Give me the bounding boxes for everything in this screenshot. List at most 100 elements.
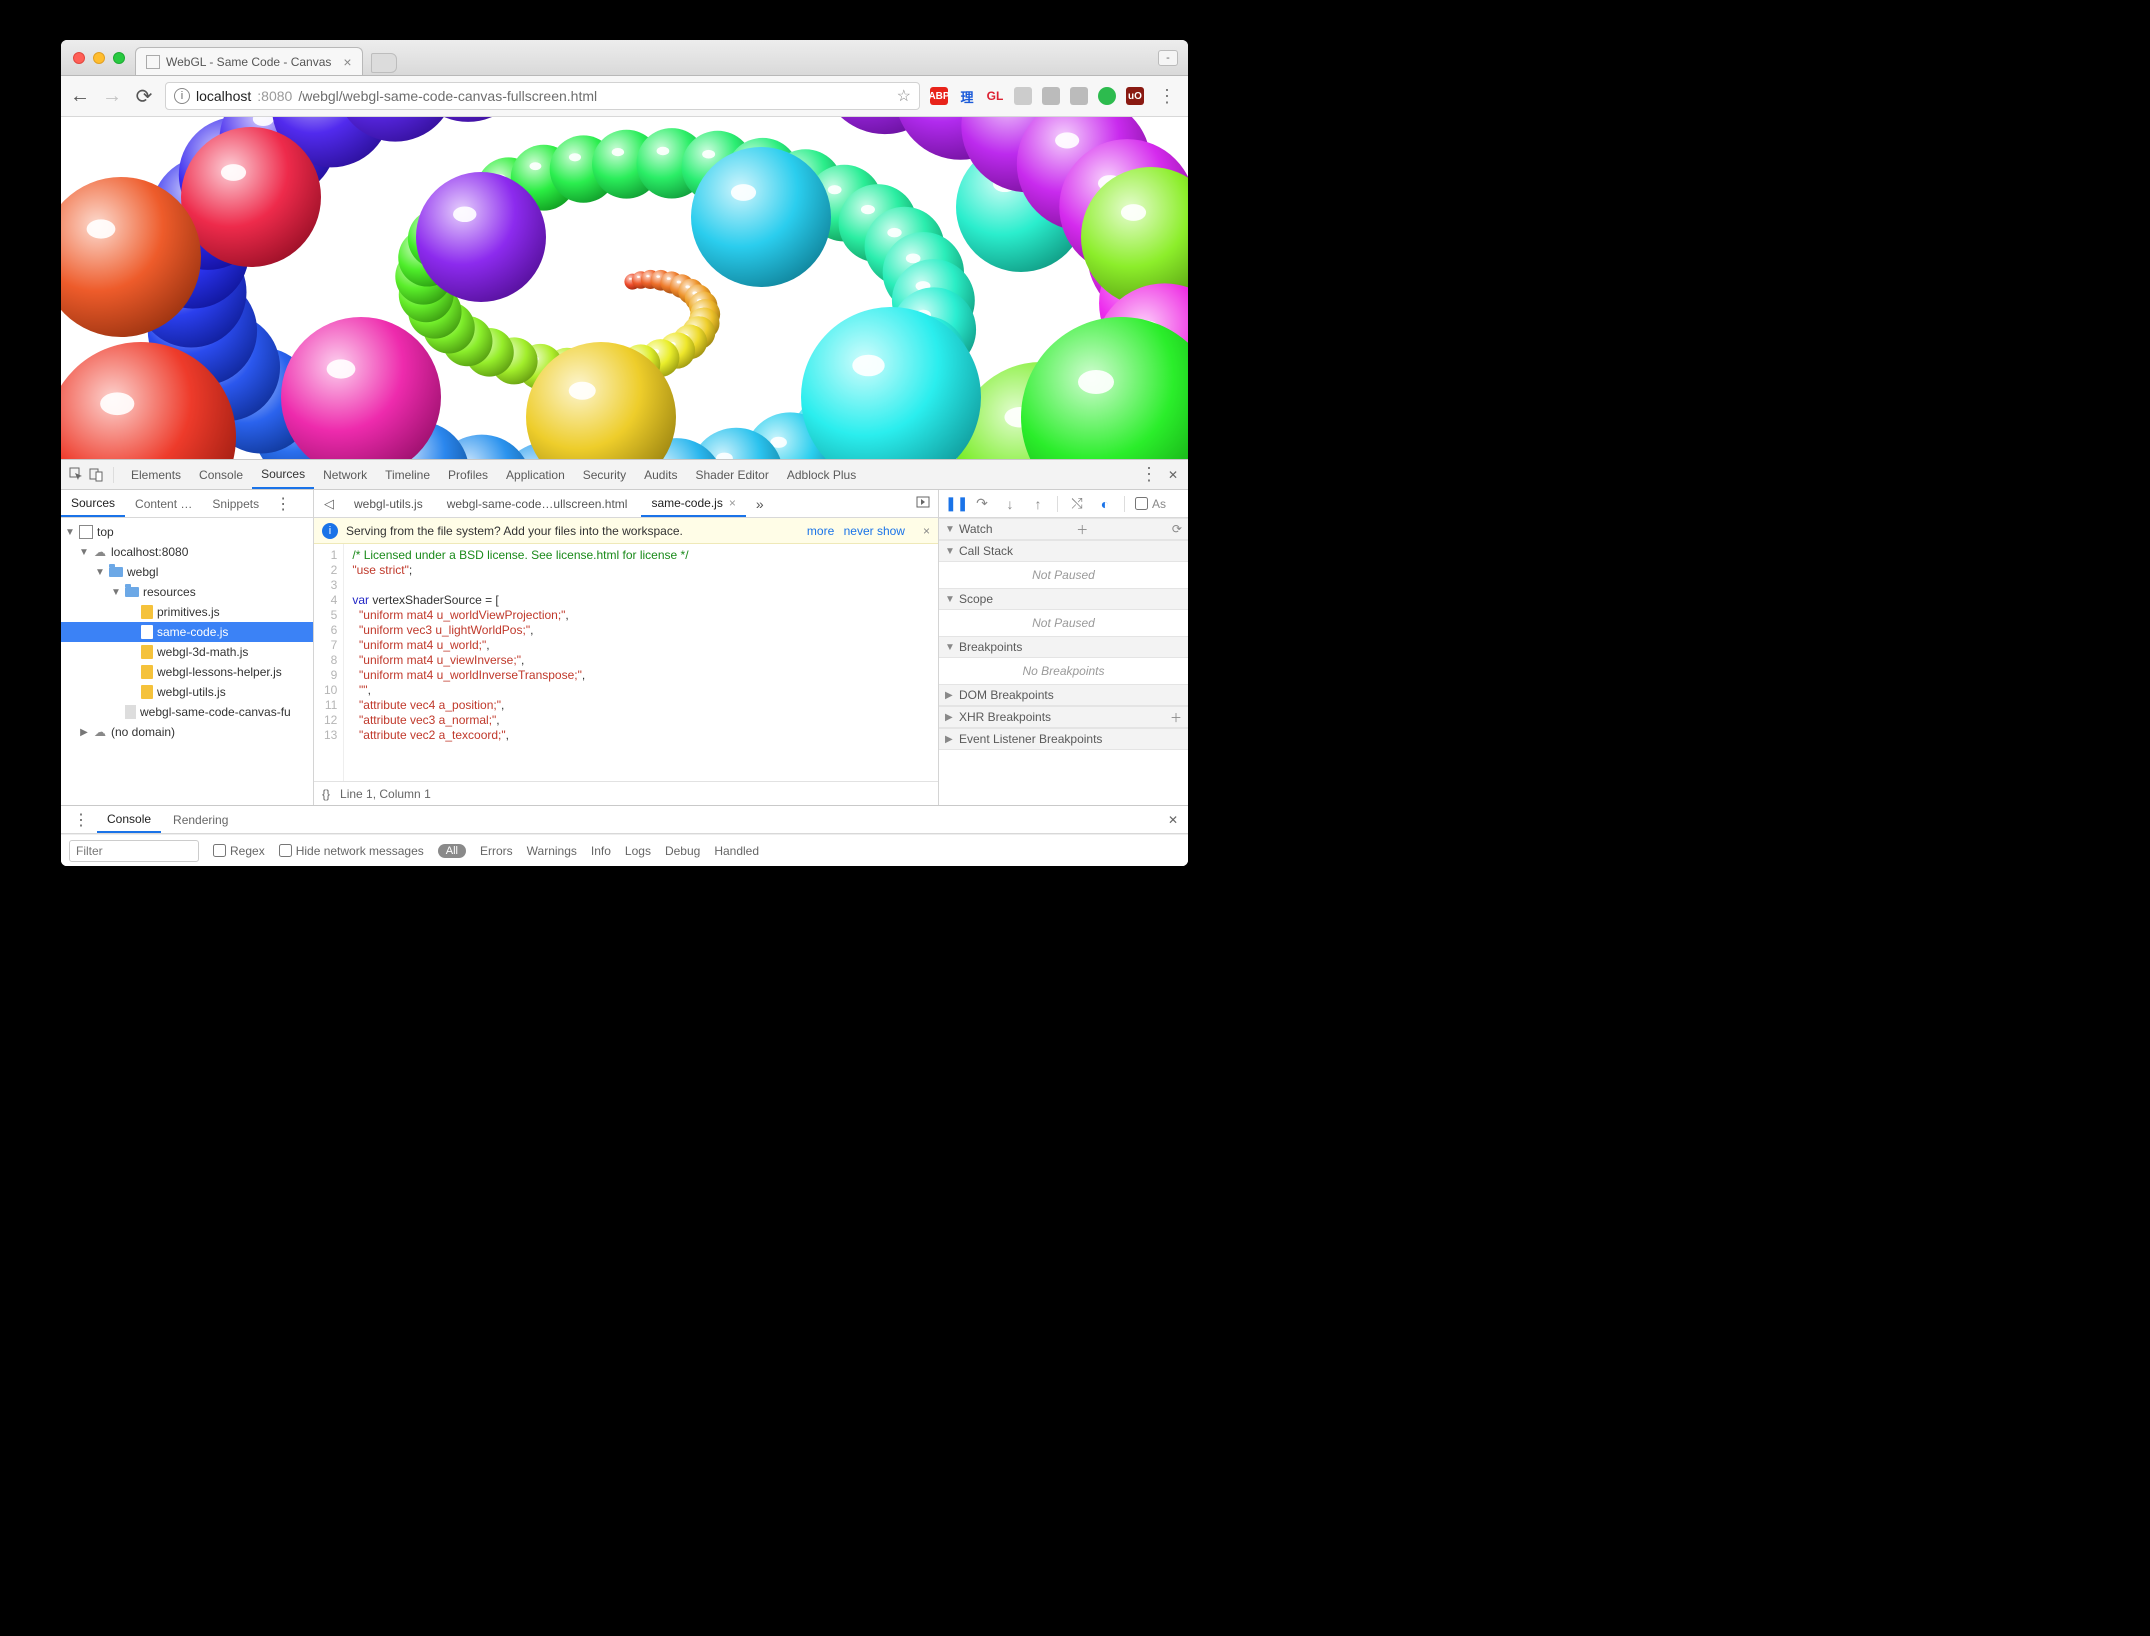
debugger-toolbar: ❚❚ ↷ ↓ ↑ ⤭ ◐ As — [939, 490, 1188, 518]
drawer-menu-icon[interactable]: ⋮ — [67, 806, 95, 833]
add-icon[interactable]: ＋ — [1170, 709, 1182, 726]
tree-folder-webgl[interactable]: ▼webgl — [61, 562, 313, 582]
editor-tab[interactable]: webgl-same-code…ullscreen.html — [437, 490, 638, 517]
level-errors[interactable]: Errors — [480, 844, 513, 858]
drawer-tab-console[interactable]: Console — [97, 806, 161, 833]
debug-pane-xhr-breakpoints[interactable]: ▶XHR Breakpoints＋ — [939, 706, 1188, 728]
devtools-tab-sources[interactable]: Sources — [252, 460, 314, 489]
editor-tab[interactable]: webgl-utils.js — [344, 490, 433, 517]
devtools-tab-audits[interactable]: Audits — [635, 460, 686, 489]
site-info-icon[interactable]: i — [174, 88, 190, 104]
tree-folder-resources[interactable]: ▼resources — [61, 582, 313, 602]
forward-button[interactable]: → — [101, 85, 123, 108]
navigator-tab-sources[interactable]: Sources — [61, 490, 125, 517]
tree-no-domain[interactable]: ▶☁(no domain) — [61, 722, 313, 742]
pretty-print-icon[interactable]: {} — [322, 787, 330, 801]
tree-file[interactable]: webgl-lessons-helper.js — [61, 662, 313, 682]
code-editor[interactable]: 12345678910111213 /* Licensed under a BS… — [314, 544, 938, 781]
window-collapse-button[interactable]: - — [1158, 50, 1178, 66]
pause-icon[interactable]: ❚❚ — [945, 495, 963, 512]
level-all[interactable]: All — [438, 844, 466, 858]
editor-tabs-overflow-icon[interactable]: » — [750, 496, 770, 512]
browser-menu-icon[interactable]: ⋮ — [1154, 86, 1180, 107]
ext-drive-icon[interactable] — [1014, 87, 1032, 105]
debug-pane-dom-breakpoints[interactable]: ▶DOM Breakpoints — [939, 684, 1188, 706]
bookmark-star-icon[interactable]: ☆ — [897, 86, 911, 106]
drawer-tab-rendering[interactable]: Rendering — [163, 806, 238, 833]
infobar-close-icon[interactable]: × — [923, 524, 930, 538]
step-over-icon[interactable]: ↷ — [973, 495, 991, 512]
editor-nav-next-icon[interactable] — [912, 495, 934, 512]
close-window-button[interactable] — [73, 52, 85, 64]
regex-checkbox[interactable]: Regex — [213, 844, 265, 858]
add-icon[interactable]: ＋ — [1076, 521, 1088, 538]
drawer-close-icon[interactable]: ✕ — [1164, 811, 1182, 829]
minimize-window-button[interactable] — [93, 52, 105, 64]
inspect-element-icon[interactable] — [67, 466, 85, 484]
ext-cast-icon[interactable] — [1070, 87, 1088, 105]
hide-network-checkbox[interactable]: Hide network messages — [279, 844, 424, 858]
devtools-tab-console[interactable]: Console — [190, 460, 252, 489]
level-logs[interactable]: Logs — [625, 844, 651, 858]
debug-pane-event-listener-breakpoints[interactable]: ▶Event Listener Breakpoints — [939, 728, 1188, 750]
ext-green-icon[interactable] — [1098, 87, 1116, 105]
debug-pane-breakpoints[interactable]: ▼Breakpoints — [939, 636, 1188, 658]
ext-gl-icon[interactable]: GL — [986, 87, 1004, 105]
devtools-tab-application[interactable]: Application — [497, 460, 574, 489]
code-body[interactable]: /* Licensed under a BSD license. See lic… — [344, 544, 696, 781]
level-debug[interactable]: Debug — [665, 844, 700, 858]
console-filter-input[interactable] — [69, 840, 199, 862]
address-bar[interactable]: i localhost:8080/webgl/webgl-same-code-c… — [165, 82, 920, 110]
level-info[interactable]: Info — [591, 844, 611, 858]
console-drawer: ⋮ Console Rendering ✕ Regex Hide network… — [61, 805, 1188, 866]
tree-top[interactable]: ▼top — [61, 522, 313, 542]
debug-pane-call-stack[interactable]: ▼Call Stack — [939, 540, 1188, 562]
ext-docs-icon[interactable] — [1042, 87, 1060, 105]
ext-ublock-icon[interactable]: uO — [1126, 87, 1144, 105]
deactivate-breakpoints-icon[interactable]: ⤭ — [1068, 495, 1086, 512]
close-tab-icon[interactable]: × — [729, 496, 736, 510]
ext-abp-icon[interactable]: ABP — [930, 87, 948, 105]
browser-tab[interactable]: WebGL - Same Code - Canvas × — [135, 47, 363, 75]
level-handled[interactable]: Handled — [714, 844, 759, 858]
devtools-tab-security[interactable]: Security — [574, 460, 635, 489]
new-tab-button[interactable] — [371, 53, 397, 73]
step-into-icon[interactable]: ↓ — [1001, 496, 1019, 512]
devtools-tab-adblock-plus[interactable]: Adblock Plus — [778, 460, 865, 489]
tree-file[interactable]: webgl-same-code-canvas-fu — [61, 702, 313, 722]
tree-file[interactable]: webgl-3d-math.js — [61, 642, 313, 662]
devtools-tab-profiles[interactable]: Profiles — [439, 460, 497, 489]
devtools-tab-timeline[interactable]: Timeline — [376, 460, 439, 489]
back-button[interactable]: ← — [69, 85, 91, 108]
ext-rikai-icon[interactable]: 理 — [958, 87, 976, 105]
navigator-tab-content[interactable]: Content … — [125, 490, 202, 517]
close-tab-icon[interactable]: × — [343, 54, 351, 70]
info-icon: i — [322, 523, 338, 539]
editor-tab-active[interactable]: same-code.js× — [641, 490, 745, 517]
devtools-menu-icon[interactable]: ⋮ — [1136, 464, 1162, 485]
level-warnings[interactable]: Warnings — [527, 844, 577, 858]
debug-pane-watch[interactable]: ▼Watch＋⟳ — [939, 518, 1188, 540]
debug-pane-scope[interactable]: ▼Scope — [939, 588, 1188, 610]
tree-host[interactable]: ▼☁localhost:8080 — [61, 542, 313, 562]
pause-on-exceptions-icon[interactable]: ◐ — [1096, 496, 1114, 512]
device-toolbar-icon[interactable] — [87, 466, 105, 484]
tree-file[interactable]: webgl-utils.js — [61, 682, 313, 702]
navigator-tab-snippets[interactable]: Snippets — [202, 490, 269, 517]
tab-title: WebGL - Same Code - Canvas — [166, 55, 331, 69]
navigator-more-icon[interactable]: ⋮ — [269, 490, 297, 517]
step-out-icon[interactable]: ↑ — [1029, 496, 1047, 512]
tree-file-selected[interactable]: same-code.js — [61, 622, 313, 642]
devtools-tab-network[interactable]: Network — [314, 460, 376, 489]
async-checkbox[interactable]: As — [1135, 497, 1166, 511]
editor-nav-prev-icon[interactable]: ◁ — [318, 496, 340, 512]
zoom-window-button[interactable] — [113, 52, 125, 64]
devtools-close-icon[interactable]: ✕ — [1164, 466, 1182, 484]
infobar-more-link[interactable]: more — [807, 524, 834, 538]
refresh-icon[interactable]: ⟳ — [1172, 522, 1182, 536]
devtools-tab-shader-editor[interactable]: Shader Editor — [686, 460, 777, 489]
devtools-tab-elements[interactable]: Elements — [122, 460, 190, 489]
tree-file[interactable]: primitives.js — [61, 602, 313, 622]
reload-button[interactable]: ⟳ — [133, 84, 155, 109]
infobar-nevershow-link[interactable]: never show — [844, 524, 905, 538]
